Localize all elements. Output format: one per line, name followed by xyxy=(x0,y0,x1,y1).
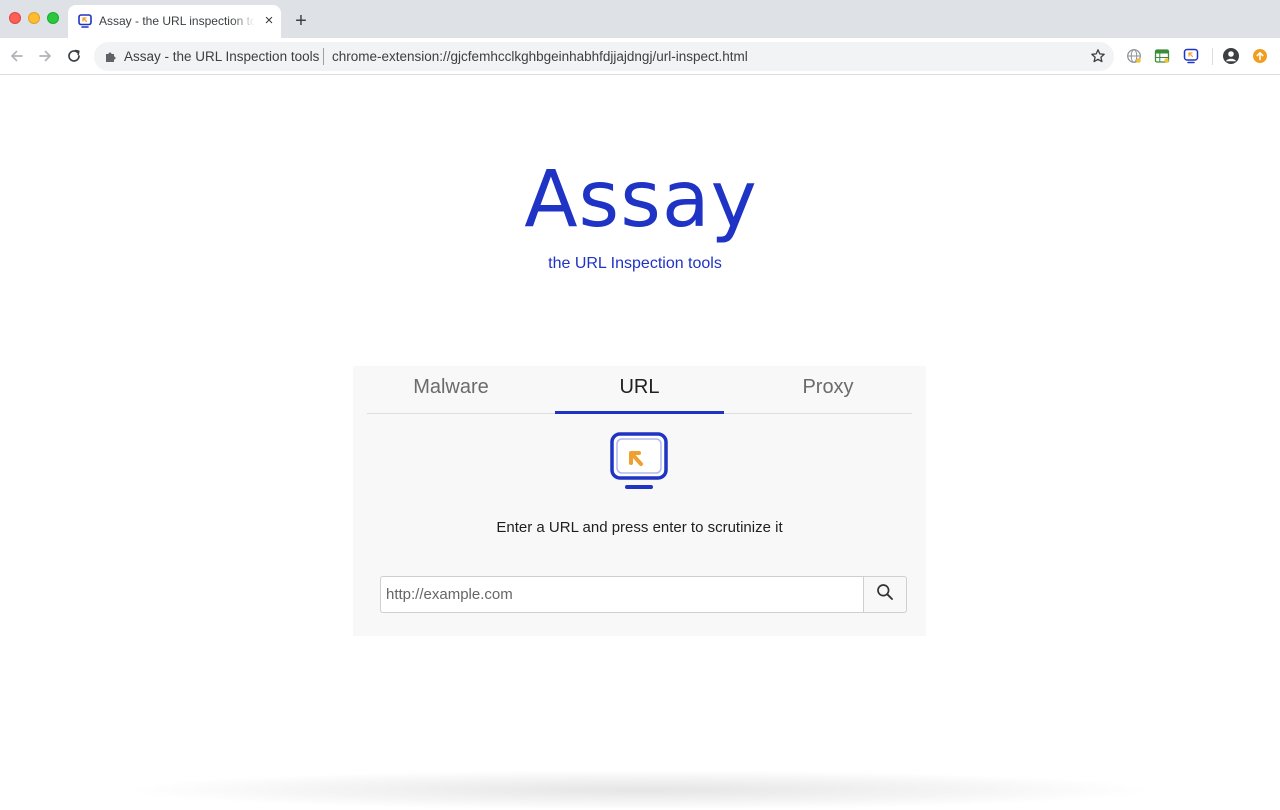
omnibox-divider xyxy=(323,48,324,65)
page-bottom-shadow xyxy=(120,770,1160,810)
toolbar-divider xyxy=(1212,48,1213,65)
assay-extension-icon[interactable] xyxy=(1182,47,1200,65)
url-input[interactable] xyxy=(380,576,864,613)
close-window-button[interactable] xyxy=(9,12,21,24)
reload-icon[interactable] xyxy=(63,45,85,67)
url-text[interactable]: chrome-extension://gjcfemhcclkghbgeinhab… xyxy=(332,49,748,64)
brand-logo-title: Assay xyxy=(524,155,758,245)
tab-url[interactable]: URL xyxy=(555,366,724,414)
update-badge-icon[interactable] xyxy=(1251,47,1269,65)
search-icon xyxy=(876,583,894,606)
address-bar[interactable]: Assay - the URL Inspection tools chrome-… xyxy=(94,42,1114,71)
globe-extension-icon[interactable] xyxy=(1125,47,1143,65)
profile-icon[interactable] xyxy=(1222,47,1240,65)
minimize-window-button[interactable] xyxy=(28,12,40,24)
back-arrow-icon[interactable] xyxy=(6,45,28,67)
monitor-cursor-icon xyxy=(610,432,668,492)
extension-name-label: Assay - the URL Inspection tools xyxy=(124,49,320,64)
star-icon[interactable] xyxy=(1090,48,1106,64)
puzzle-piece-icon xyxy=(104,49,118,63)
search-button[interactable] xyxy=(863,576,907,613)
tab-close-icon[interactable]: × xyxy=(261,13,277,29)
browser-toolbar: Assay - the URL Inspection tools chrome-… xyxy=(0,38,1280,75)
instruction-text: Enter a URL and press enter to scrutiniz… xyxy=(496,519,783,536)
forward-arrow-icon[interactable] xyxy=(34,45,56,67)
brand-subtitle: the URL Inspection tools xyxy=(548,255,722,272)
spreadsheet-extension-icon[interactable] xyxy=(1153,47,1171,65)
assay-favicon-icon xyxy=(78,14,92,28)
maximize-window-button[interactable] xyxy=(47,12,59,24)
inspection-panel: Malware URL Proxy Enter a URL and press … xyxy=(353,366,926,636)
new-tab-button[interactable]: + xyxy=(290,10,312,32)
browser-tab-assay[interactable]: Assay - the URL inspection tools × xyxy=(68,5,281,38)
tab-proxy[interactable]: Proxy xyxy=(744,366,912,414)
tab-malware[interactable]: Malware xyxy=(367,366,535,414)
tab-strip: Assay - the URL inspection tools × + xyxy=(0,0,1280,38)
inspection-tabs: Malware URL Proxy xyxy=(367,366,912,414)
tab-title: Assay - the URL inspection tools xyxy=(99,14,255,28)
